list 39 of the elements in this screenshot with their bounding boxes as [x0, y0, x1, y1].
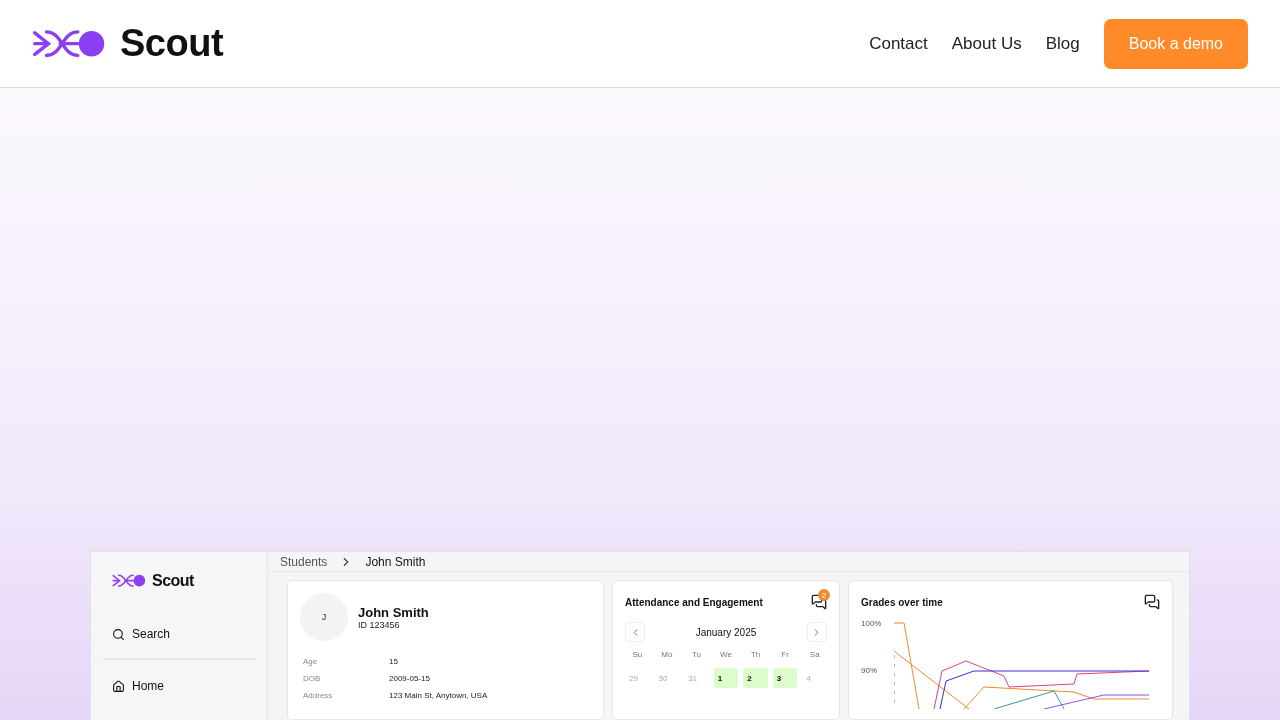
logo-icon [112, 573, 146, 589]
breadcrumb-link[interactable]: Students [280, 554, 328, 569]
weekday-label: Su [631, 650, 644, 661]
avatar: J [300, 593, 348, 641]
weekday-label: Fr [780, 650, 790, 661]
month-label: January 2025 [695, 626, 757, 638]
brand-name: Scout [152, 572, 194, 590]
axis-label: 90% [861, 666, 878, 675]
calendar-day[interactable]: 3 [772, 668, 798, 688]
weekday-label: We [719, 650, 733, 661]
brand-name: Scout [120, 22, 224, 65]
calendar-day[interactable]: 1 [713, 668, 739, 688]
student-id: ID 123456 [358, 619, 401, 630]
weekday-label: Th [749, 650, 762, 661]
axis-label: 100% [861, 619, 883, 628]
field-label: Age [303, 657, 319, 666]
sidebar-item[interactable]: Home [103, 672, 255, 700]
field-label: Address [303, 691, 334, 700]
nav-link[interactable]: About Us [951, 33, 1022, 54]
field-value: 15 [389, 657, 399, 666]
comments-icon[interactable] [1144, 594, 1160, 610]
weekday-label: Sa [808, 650, 821, 661]
field-value: 123 Main St, Anytown, USA [389, 691, 489, 700]
student-name: John Smith [358, 604, 429, 620]
count-badge: 2 [818, 589, 830, 601]
search-icon [112, 627, 125, 641]
sidebar-item[interactable]: Search [103, 620, 255, 648]
calendar-day[interactable]: 2 [743, 668, 768, 688]
card-title: Attendance and Engagement [625, 596, 763, 608]
field-label: DOB [303, 674, 322, 683]
weekday-label: Mo [660, 650, 674, 661]
home-icon [112, 679, 125, 693]
breadcrumb-link[interactable]: John Smith [365, 554, 426, 569]
field-value: 2009-05-15 [389, 674, 431, 683]
nav-link[interactable]: Blog [1045, 33, 1080, 54]
card-title: Grades over time [861, 596, 943, 608]
comments-icon[interactable] [811, 594, 827, 610]
weekday-label: Tu [690, 650, 702, 661]
nav-link[interactable]: Contact [869, 33, 928, 54]
